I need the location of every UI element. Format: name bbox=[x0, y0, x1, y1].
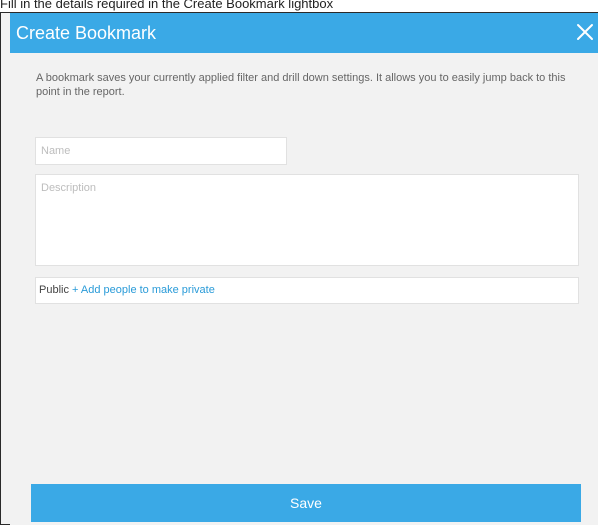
description-input[interactable] bbox=[35, 174, 579, 266]
name-input[interactable] bbox=[35, 137, 287, 165]
access-row: Public + Add people to make private bbox=[35, 277, 579, 304]
add-people-link[interactable]: + Add people to make private bbox=[72, 284, 215, 296]
access-label: Public bbox=[39, 284, 73, 296]
dialog-title: Create Bookmark bbox=[16, 23, 157, 43]
dialog-header: Create Bookmark bbox=[10, 13, 598, 53]
dialog-body: A bookmark saves your currently applied … bbox=[10, 53, 598, 525]
intro-text: A bookmark saves your currently applied … bbox=[36, 72, 566, 98]
save-button[interactable]: Save bbox=[31, 484, 581, 522]
create-bookmark-dialog: Create Bookmark A bookmark saves your cu… bbox=[0, 12, 598, 525]
close-icon[interactable] bbox=[574, 21, 596, 43]
